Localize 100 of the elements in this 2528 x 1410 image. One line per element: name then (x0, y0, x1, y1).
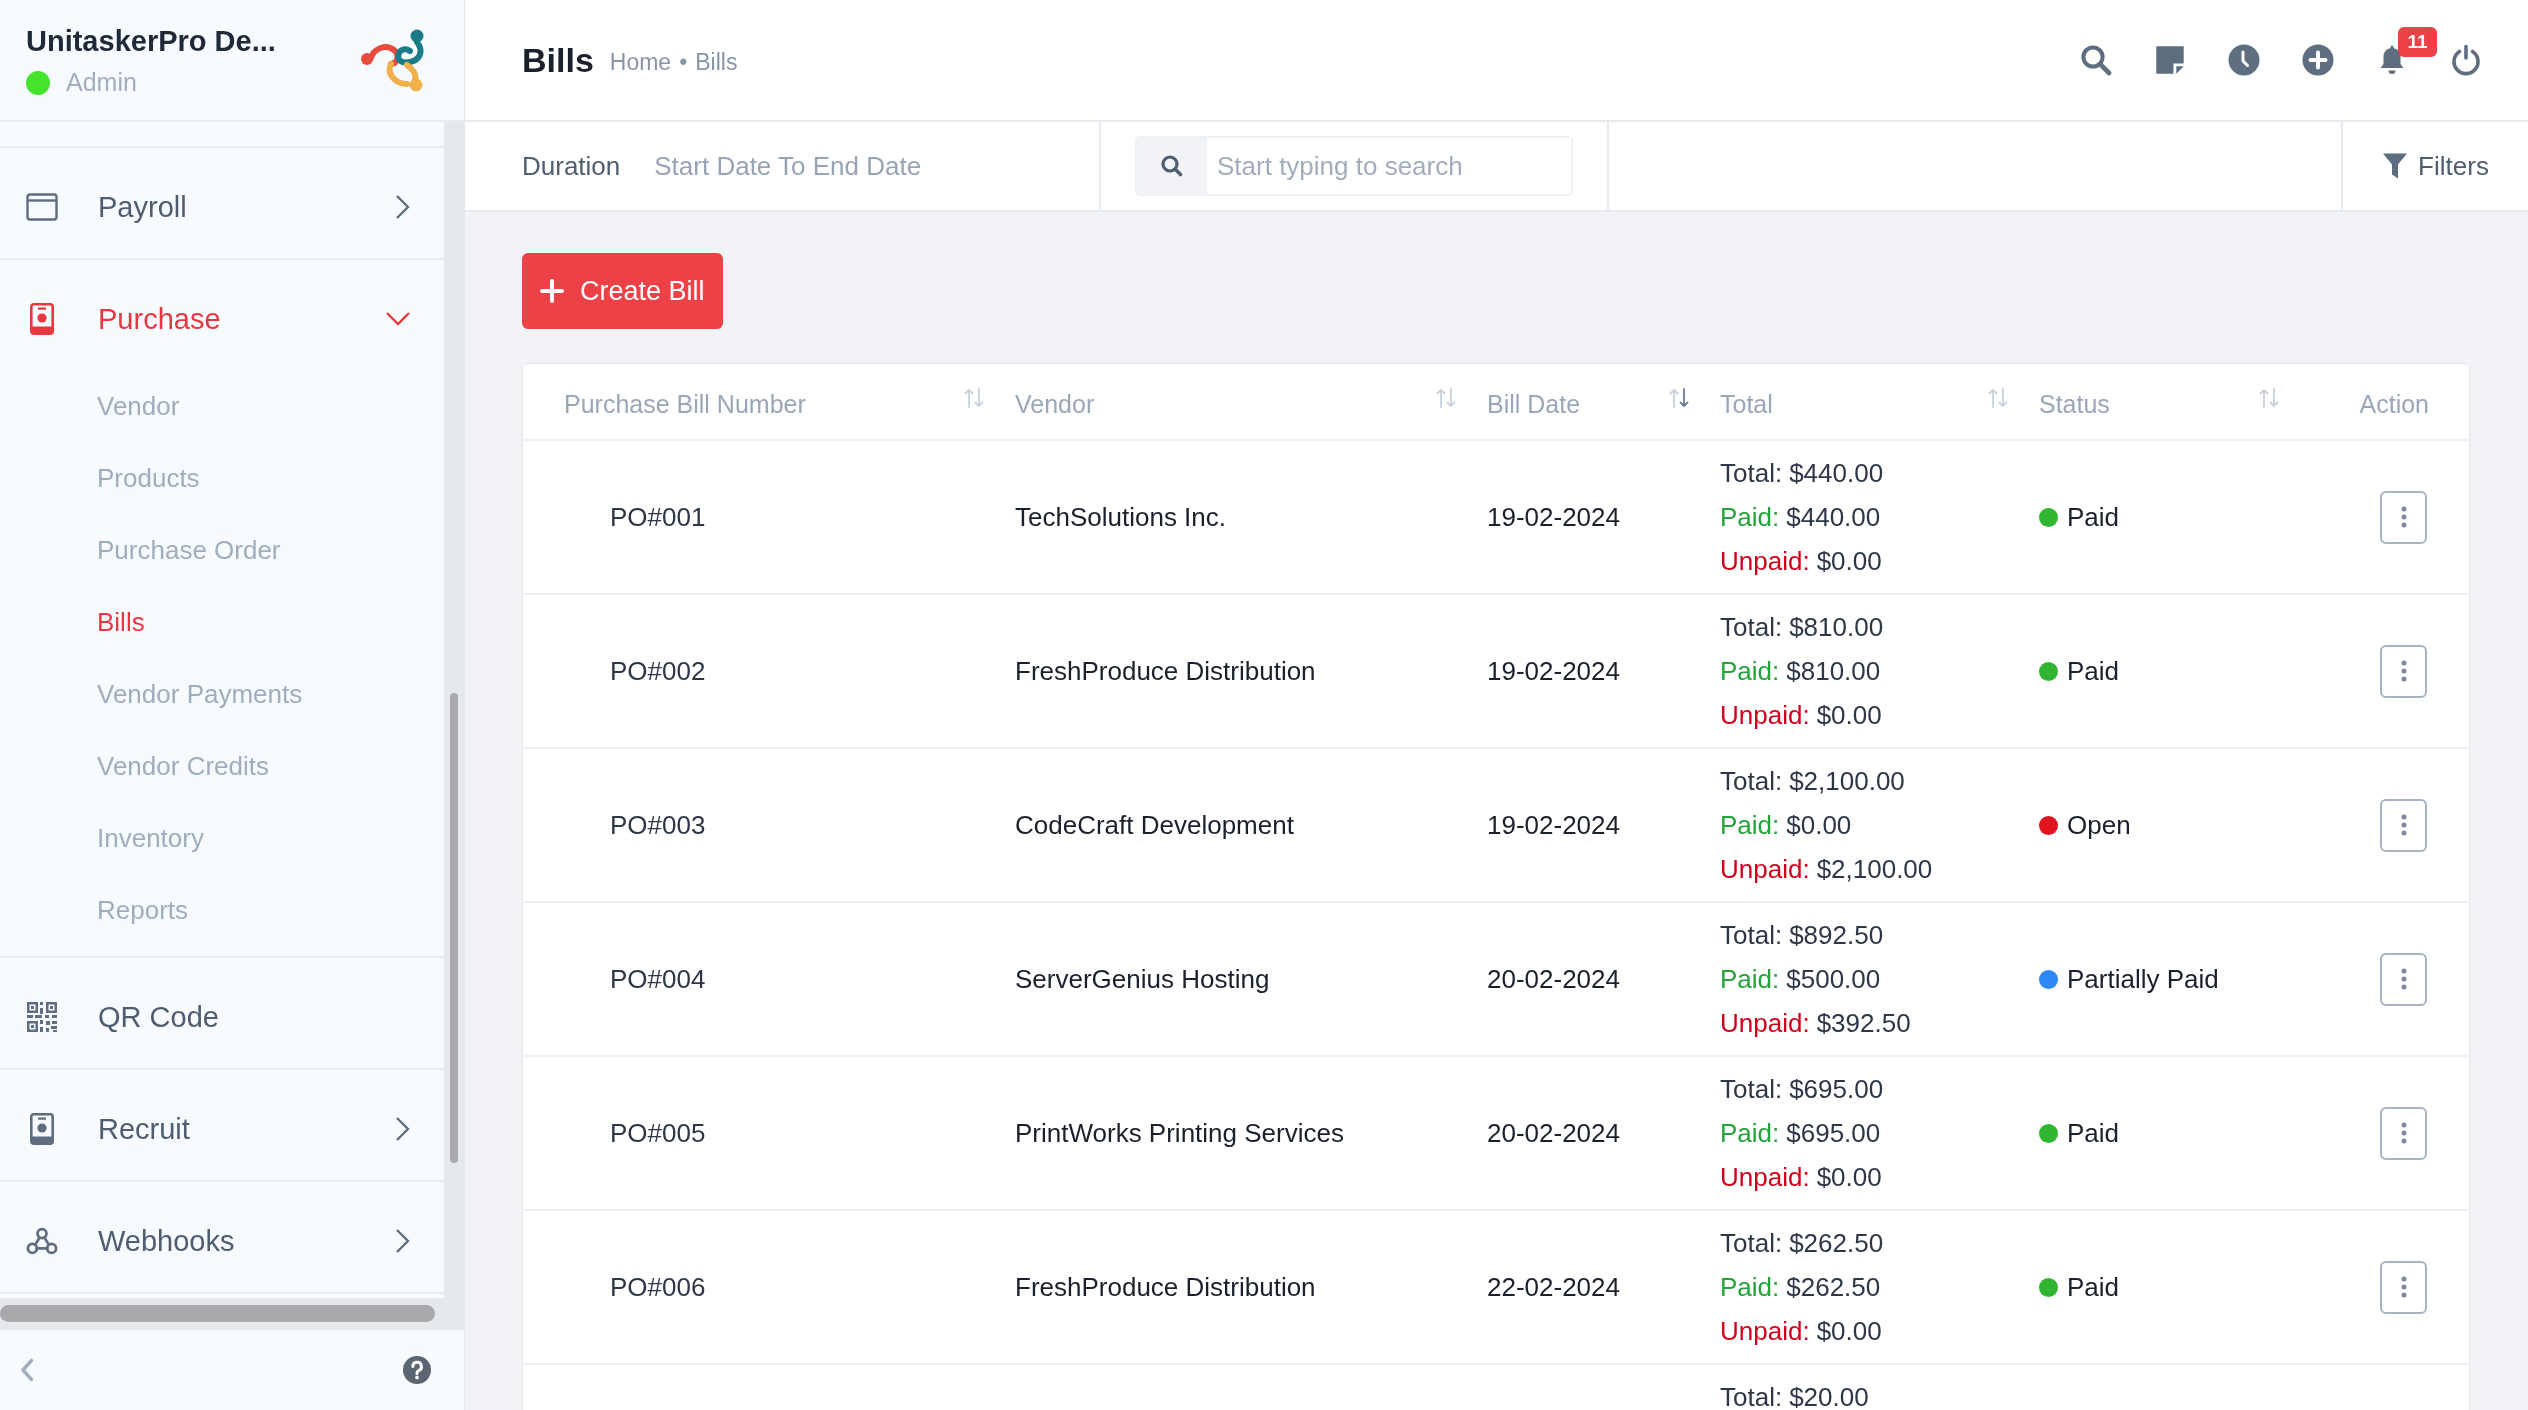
user-role: Admin (66, 68, 137, 97)
amount-label: Total: (1720, 611, 1783, 643)
amount-value: $440.00 (1789, 457, 1884, 489)
column-header: Purchase Bill Number (564, 390, 806, 419)
app-name: UnitaskerPro De... (26, 25, 276, 58)
vendor-name: PrintWorks Printing Services (1015, 1117, 1344, 1149)
sort-icon[interactable] (963, 386, 985, 409)
submenu-item[interactable]: Inventory (97, 802, 444, 874)
row-actions-button[interactable] (2380, 952, 2427, 1006)
clock-icon[interactable] (2228, 44, 2260, 76)
amount-value: $262.50 (1789, 1227, 1884, 1259)
submenu-item[interactable]: Reports (97, 874, 444, 946)
submenu-item[interactable]: Bills (97, 586, 444, 658)
amount-value: $20.00 (1789, 1381, 1869, 1410)
amount-label: Unpaid: (1720, 699, 1810, 731)
amount-value: $0.00 (1816, 1315, 1882, 1347)
search-icon[interactable] (2080, 44, 2112, 76)
amount-value: $0.00 (1816, 545, 1882, 577)
filter-icon (2382, 152, 2409, 180)
row-actions-button[interactable] (2380, 798, 2427, 852)
sort-icon[interactable] (1987, 386, 2009, 409)
amount-value: $2,100.00 (1789, 765, 1905, 797)
plus-circle-icon[interactable] (2302, 44, 2334, 76)
sort-icon[interactable] (1435, 386, 1457, 409)
amount-label: Total: (1720, 1227, 1783, 1259)
amount-label: Unpaid: (1720, 545, 1810, 577)
status-label: Paid (2067, 501, 2120, 533)
more-icon (2400, 660, 2407, 682)
row-actions-button[interactable] (2380, 1106, 2427, 1160)
filter-label: Duration (522, 150, 621, 182)
chevron-left-icon[interactable] (20, 1358, 34, 1382)
help-icon[interactable] (403, 1356, 431, 1384)
notification-badge: 11 (2398, 27, 2437, 57)
amount-label: Paid: (1720, 1117, 1780, 1149)
amount-value: $810.00 (1786, 655, 1881, 687)
bill-number: PO#004 (610, 963, 706, 995)
amount-label: Paid: (1720, 963, 1780, 995)
vendor-name: TechSolutions Inc. (1015, 501, 1226, 533)
power-icon[interactable] (2450, 44, 2482, 76)
sort-icon[interactable] (2258, 386, 2280, 409)
amount-value: $2,100.00 (1816, 853, 1933, 885)
amount-label: Total: (1720, 919, 1783, 951)
webhook-icon (26, 1225, 58, 1257)
amount-value: $695.00 (1786, 1117, 1881, 1149)
vendor-name: FreshProduce Distribution (1015, 655, 1316, 687)
more-icon (2400, 1276, 2407, 1298)
breadcrumb-separator: • (679, 48, 688, 76)
date-range-field[interactable]: Start Date To End Date (654, 150, 955, 182)
status-label: Paid (2067, 655, 2120, 687)
amount-label: Unpaid: (1720, 853, 1810, 885)
amount-value: $695.00 (1789, 1073, 1884, 1105)
amount-label: Total: (1720, 457, 1783, 489)
card-icon (26, 191, 58, 223)
breadcrumb-current: Bills (695, 48, 738, 76)
bill-number: PO#003 (610, 809, 706, 841)
sidebar-item[interactable]: QR Code (0, 958, 444, 1068)
column-header: Action (2359, 390, 2429, 419)
amount-label: Total: (1720, 765, 1783, 797)
submenu-item[interactable]: Purchase Order (97, 514, 444, 586)
row-actions-button[interactable] (2380, 1260, 2427, 1314)
qr-code-icon (26, 1001, 58, 1033)
scrollbar-thumb[interactable] (0, 1305, 435, 1322)
vendor-name: CodeCraft Development (1015, 809, 1294, 841)
vendor-name: ServerGenius Hosting (1015, 963, 1270, 995)
row-actions-button[interactable] (2380, 490, 2427, 544)
plus-icon (540, 279, 564, 303)
status-label: Open (2067, 809, 2131, 841)
status-label: Paid (2067, 1117, 2120, 1149)
amount-value: $392.50 (1816, 1007, 1911, 1039)
column-header: Bill Date (1487, 390, 1581, 419)
row-actions-button[interactable] (2380, 644, 2427, 698)
bill-number: PO#005 (610, 1117, 706, 1149)
sidebar-item[interactable]: Payroll (0, 148, 444, 258)
amount-label: Paid: (1720, 655, 1780, 687)
amount-value: $440.00 (1786, 501, 1881, 533)
sidebar-item[interactable]: Webhooks (0, 1182, 444, 1292)
amount-label: Unpaid: (1720, 1007, 1810, 1039)
sort-icon[interactable] (1668, 386, 1690, 409)
scrollbar-thumb[interactable] (450, 693, 458, 1163)
bill-number: PO#001 (610, 501, 706, 533)
submenu-item[interactable]: Vendor (97, 370, 444, 442)
search-field[interactable]: Start typing to search (1135, 136, 1573, 196)
bill-date: 20-02-2024 (1487, 1117, 1620, 1149)
bill-date: 22-02-2024 (1487, 1271, 1620, 1303)
amount-value: $0.00 (1786, 809, 1852, 841)
page-title: Bills (522, 40, 594, 80)
more-icon (2400, 1122, 2407, 1144)
bill-date: 20-02-2024 (1487, 963, 1620, 995)
vendor-name: FreshProduce Distribution (1015, 1271, 1316, 1303)
sidebar-item[interactable]: Recruit (0, 1070, 444, 1180)
sidebar-item[interactable]: Purchase (0, 260, 444, 370)
create-bill-button[interactable]: Create Bill (522, 253, 723, 329)
more-icon (2400, 814, 2407, 836)
submenu-item[interactable]: Products (97, 442, 444, 514)
note-icon[interactable] (2154, 44, 2186, 76)
submenu-item[interactable]: Vendor Payments (97, 658, 444, 730)
more-icon (2400, 506, 2407, 528)
bill-date: 19-02-2024 (1487, 809, 1620, 841)
submenu-item[interactable]: Vendor Credits (97, 730, 444, 802)
breadcrumb-link[interactable]: Home (609, 48, 672, 76)
